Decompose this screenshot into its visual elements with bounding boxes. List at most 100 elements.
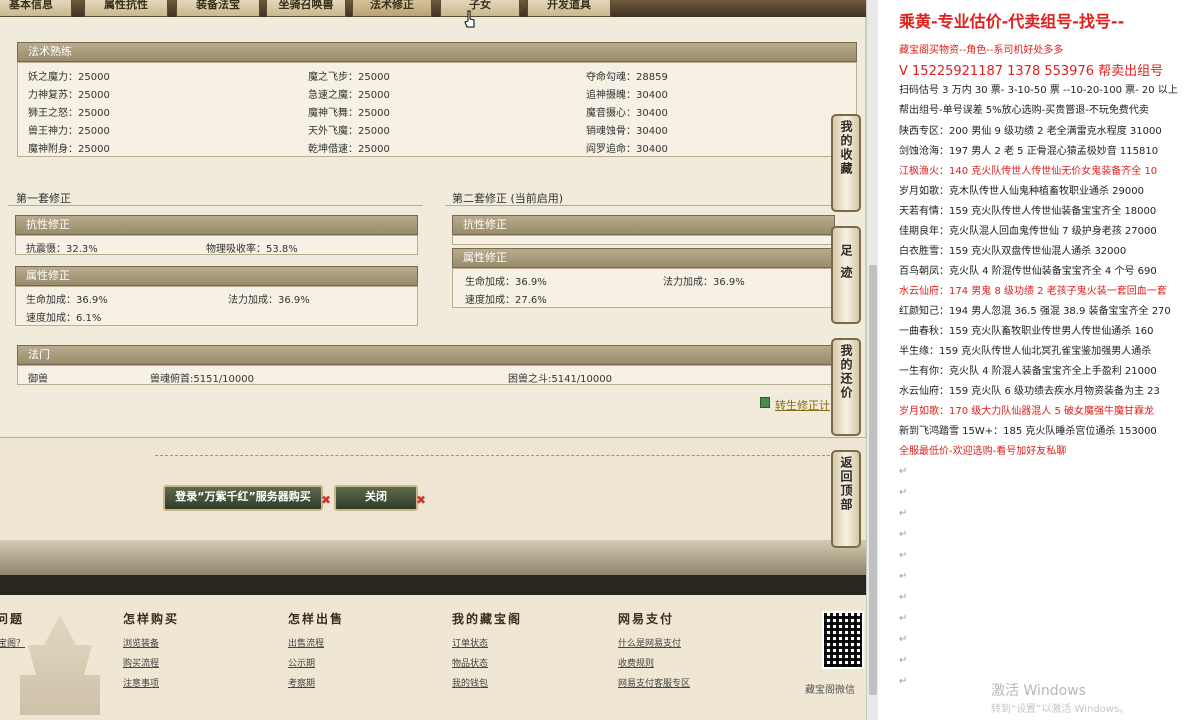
doc-line: 水云仙府：159 克火队 6 级功绩去疾水月物资装备为主 23 (899, 386, 1160, 397)
set2-attr-header: 属性修正 (452, 248, 835, 268)
tab-attr-resist[interactable]: 属性抗性 (84, 0, 168, 17)
paragraph-mark-icon: ↵ (899, 676, 908, 687)
set2-title: 第二套修正 (当前启用) (452, 192, 564, 205)
skill-item: 乾坤借速：25000 (308, 144, 390, 155)
footer-col-title: 网易支付 (618, 612, 675, 626)
doc-line: 藏宝阁买物资--角色--系司机好处多多 (899, 45, 1064, 56)
footer-link[interactable]: 收费规则 (618, 656, 654, 669)
paragraph-mark-icon: ↵ (899, 487, 908, 498)
skill-item: 急速之魔：25000 (308, 90, 390, 101)
footer-link[interactable]: 公示期 (288, 656, 315, 669)
footer-col-title: 怎样出售 (288, 612, 345, 626)
footer: 问题 宝阁？ 怎样购买 浏览装备 购买流程 注意事项 怎样出售 出售流程 公示期… (0, 595, 866, 720)
calculator-icon (760, 397, 770, 408)
scenery-banner (0, 540, 866, 575)
tab-bar: 基本信息 属性抗性 装备法宝 坐骑召唤兽 法术修正 子女 开发道具 (0, 0, 866, 17)
footprint-button[interactable]: 足迹 (831, 226, 861, 324)
doc-line: 半生缘：159 克火队传世人仙北冥孔雀宝鉴加强男人通杀 (899, 346, 1152, 357)
side-label: 返回顶部 (839, 456, 853, 512)
sect-item: 御兽 (28, 374, 48, 385)
footer-link[interactable]: 购买流程 (123, 656, 159, 669)
set2-attr-box: 生命加成：36.9% 法力加成：36.9% 速度加成：27.6% (452, 268, 835, 308)
doc-line: 天若有情：159 克火队传世人传世仙装备宝宝齐全 18000 (899, 206, 1157, 217)
footer-link[interactable]: 我的钱包 (452, 676, 488, 689)
set1-resist-header: 抗性修正 (15, 215, 418, 235)
skill-item: 兽王神力：25000 (28, 126, 110, 137)
skill-item: 力神复苏：25000 (28, 90, 110, 101)
doc-title: 乘黄-专业估价-代卖组号-找号-- (899, 12, 1125, 31)
doc-line: 扫码估号 3 万内 30 票- 3-10-50 票 --10-20-100 票-… (899, 85, 1178, 96)
doc-line: 全服最低价-欢迎选购-看号加好友私聊 (899, 446, 1067, 457)
hand-cursor-icon (464, 10, 475, 28)
footer-col-title: 我的藏宝阁 (452, 612, 523, 626)
attr-item: 法力加成：36.9% (228, 295, 310, 306)
skill-item: 魔神附身：25000 (28, 144, 110, 155)
skill-item: 销魂蚀骨：30400 (586, 126, 668, 137)
paragraph-mark-icon: ↵ (899, 529, 908, 540)
tab-mount-summon[interactable]: 坐骑召唤兽 (266, 0, 346, 17)
sect-box: 御兽 兽魂俯首:5151/10000 困兽之斗:5141/10000 (17, 365, 835, 385)
footer-link[interactable]: 浏览装备 (123, 636, 159, 649)
doc-line: 新到飞鸿踏雪 15W+：185 克火队睡杀宫位通杀 153000 (899, 426, 1157, 437)
close-button[interactable]: 关闭 ✖ (334, 485, 426, 511)
footer-link[interactable]: 网易支付客服专区 (618, 676, 690, 689)
rebirth-correction-link[interactable]: 转生修正计 (775, 397, 830, 413)
tab-children[interactable]: 子女 (440, 0, 520, 17)
set2-resist-box (452, 235, 835, 245)
sect-item: 兽魂俯首:5151/10000 (150, 374, 254, 385)
resist-item: 抗震慑：32.3% (26, 244, 98, 255)
skill-item: 魔神飞舞：25000 (308, 108, 390, 119)
doc-line: 岁月如歌：170 级大力队仙器混人 5 破女魔强牛魔甘霖龙 (899, 406, 1154, 417)
side-label: 我的还价 (839, 344, 853, 400)
doc-line: 江枫渔火：140 克火队传世人传世仙无价女鬼装备齐全 10 (899, 166, 1158, 177)
doc-line: 佳期良年：克火队混人回血鬼传世仙 7 级护身老孩 27000 (899, 226, 1157, 237)
dotted-divider (155, 455, 835, 456)
close-label: 关闭 (365, 490, 387, 503)
wechat-qr-code (822, 611, 864, 669)
set2-resist-header: 抗性修正 (452, 215, 835, 235)
paragraph-mark-icon: ↵ (899, 613, 908, 624)
my-favorites-button[interactable]: 我的收藏 (831, 114, 861, 212)
footer-link[interactable]: 出售流程 (288, 636, 324, 649)
my-counteroffer-button[interactable]: 我的还价 (831, 338, 861, 436)
close-mark-icon: ✖ (320, 493, 331, 507)
login-buy-label: 登录“万紫千红”服务器购买 (175, 490, 311, 503)
paragraph-mark-icon: ↵ (899, 634, 908, 645)
footer-link[interactable]: 物品状态 (452, 656, 488, 669)
sect-header: 法门 (17, 345, 835, 365)
tab-spell-correction[interactable]: 法术修正 (352, 0, 432, 17)
skill-item: 妖之魔力：25000 (28, 72, 110, 83)
footer-link[interactable]: 注意事项 (123, 676, 159, 689)
footer-link[interactable]: 宝阁？ (0, 636, 25, 649)
set1-resist-box: 抗震慑：32.3% 物理吸收率：53.8% (15, 235, 418, 255)
footer-link[interactable]: 什么是网易支付 (618, 636, 681, 649)
side-label: 足迹 (839, 244, 853, 288)
set1-attr-header: 属性修正 (15, 266, 418, 286)
doc-line: V 15225921187 1378 553976 帮卖出组号 (899, 64, 1164, 79)
attr-item: 法力加成：36.9% (663, 277, 745, 288)
back-to-top-button[interactable]: 返回顶部 (831, 450, 861, 548)
footer-link[interactable]: 订单状态 (452, 636, 488, 649)
paragraph-mark-icon: ↵ (899, 550, 908, 561)
tab-dev-items[interactable]: 开发道具 (527, 0, 611, 17)
windows-activation-subtext: 转到“设置”以激活 Windows。 (991, 704, 1130, 715)
doc-line: 陕西专区：200 男仙 9 级功绩 2 老全满雷克水程度 31000 (899, 126, 1162, 137)
action-area: 登录“万紫千红”服务器购买 ✖ 关闭 ✖ (0, 437, 866, 547)
tab-basic-info[interactable]: 基本信息 (0, 0, 72, 17)
scroll-thumb[interactable] (869, 265, 877, 695)
paragraph-mark-icon: ↵ (899, 466, 908, 477)
tab-equipment[interactable]: 装备法宝 (176, 0, 260, 17)
page-scrollbar[interactable] (866, 0, 878, 720)
skills-box: 妖之魔力：25000 力神复苏：25000 狮王之怒：25000 兽王神力：25… (17, 62, 857, 157)
attr-item: 生命加成：36.9% (465, 277, 547, 288)
set1-attr-box: 生命加成：36.9% 法力加成：36.9% 速度加成：6.1% (15, 286, 418, 326)
skill-item: 阎罗追命：30400 (586, 144, 668, 155)
attr-item: 生命加成：36.9% (26, 295, 108, 306)
pagoda-decoration (20, 615, 100, 715)
login-buy-button[interactable]: 登录“万紫千红”服务器购买 ✖ (163, 485, 331, 511)
set1-title: 第一套修正 (16, 192, 71, 205)
footer-link[interactable]: 考察期 (288, 676, 315, 689)
dark-band (0, 575, 866, 595)
skill-item: 追神摄魄：30400 (586, 90, 668, 101)
divider (445, 205, 835, 206)
